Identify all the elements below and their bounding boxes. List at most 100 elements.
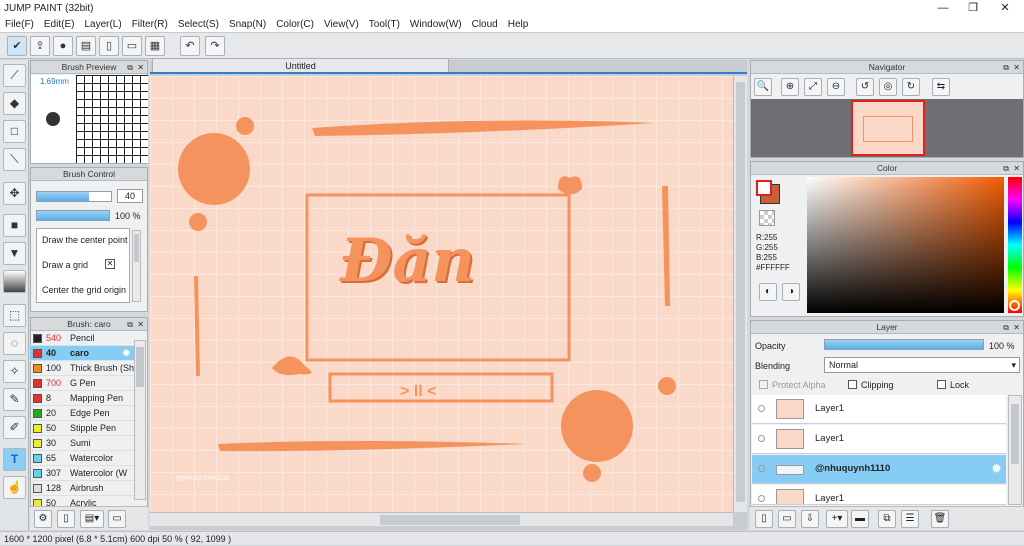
flip-icon[interactable]: ⇆ xyxy=(932,78,950,96)
duplicate-icon[interactable]: ⧉ xyxy=(878,510,896,528)
brush-list-scrollbar[interactable] xyxy=(134,340,146,500)
options-scrollbar[interactable] xyxy=(132,230,141,302)
gear-icon[interactable]: ✹ xyxy=(991,461,1002,477)
maximize-button[interactable]: ❐ xyxy=(958,0,988,17)
document-canvas[interactable]: > ll < Đăn @NHUQUYNH1110 xyxy=(150,76,733,512)
brush-item[interactable]: 30 Sumi xyxy=(30,436,134,451)
option-draw-grid[interactable]: Draw a grid xyxy=(42,260,88,270)
visibility-icon[interactable] xyxy=(758,495,765,502)
chat-icon[interactable]: ▤ xyxy=(76,36,96,56)
close-icon[interactable]: ✕ xyxy=(137,318,144,331)
option-center-grid[interactable]: Center the grid origin xyxy=(42,285,126,295)
transparent-swatch[interactable] xyxy=(759,210,775,226)
magic-wand-icon[interactable]: ✧ xyxy=(3,360,26,383)
document-icon[interactable]: ▭ xyxy=(122,36,142,56)
bucket-tool-icon[interactable]: ▼ xyxy=(3,242,26,265)
share-icon[interactable]: ⇪ xyxy=(30,36,50,56)
close-icon[interactable]: ✕ xyxy=(1013,321,1020,334)
page-icon[interactable]: ▯ xyxy=(99,36,119,56)
clipping-checkbox[interactable] xyxy=(848,380,857,389)
brush-item[interactable]: 65 Watercolor xyxy=(30,451,134,466)
rotate-right-icon[interactable]: ↻ xyxy=(902,78,920,96)
grid-icon[interactable]: ▦ xyxy=(145,36,165,56)
close-icon[interactable]: ✕ xyxy=(137,61,144,74)
gear-icon[interactable]: ✹ xyxy=(122,346,130,361)
foreground-color-swatch[interactable] xyxy=(756,180,772,196)
float-icon[interactable]: ⧉ xyxy=(1003,61,1009,74)
fill-rect-tool-icon[interactable]: ■ xyxy=(3,214,26,237)
visibility-icon[interactable] xyxy=(758,465,765,472)
hue-slider[interactable] xyxy=(1008,177,1022,313)
menu-tool[interactable]: Tool(T) xyxy=(364,17,405,33)
float-icon[interactable]: ⧉ xyxy=(1003,321,1009,334)
layer-opacity-slider[interactable] xyxy=(824,339,984,350)
new-brush-icon[interactable]: ▯ xyxy=(57,510,75,528)
fit-icon[interactable]: ⤢ xyxy=(804,78,822,96)
trash-icon[interactable]: 🗑 xyxy=(931,510,949,528)
option-draw-center[interactable]: Draw the center point xyxy=(42,235,128,245)
menu-select[interactable]: Select(S) xyxy=(173,17,224,33)
menu-color[interactable]: Color(C) xyxy=(271,17,319,33)
protect-alpha-checkbox[interactable] xyxy=(759,380,768,389)
select-eraser-icon[interactable]: ✐ xyxy=(3,416,26,439)
lock-checkbox[interactable] xyxy=(937,380,946,389)
brush-menu-icon[interactable]: ▤▾ xyxy=(80,510,104,528)
brush-item[interactable]: 8 Mapping Pen xyxy=(30,391,134,406)
layer-row-selected[interactable]: @nhuquynh1110 ✹ xyxy=(752,455,1006,484)
select-pen-icon[interactable]: ✎ xyxy=(3,388,26,411)
brush-delete-icon[interactable]: ▭ xyxy=(108,510,126,528)
reset-view-icon[interactable]: ◎ xyxy=(879,78,897,96)
zoom-icon[interactable]: 🔍 xyxy=(754,78,772,96)
brush-item[interactable]: 307 Watercolor (W xyxy=(30,466,134,481)
select-rect-icon[interactable]: ⬚ xyxy=(3,304,26,327)
brush-width-value[interactable]: 40 xyxy=(117,189,143,203)
brush-item[interactable]: 50 Stipple Pen xyxy=(30,421,134,436)
layer-settings-icon[interactable]: ☰ xyxy=(901,510,919,528)
redo-icon[interactable]: ↷ xyxy=(205,36,225,56)
zoom-out-icon[interactable]: ⊖ xyxy=(827,78,845,96)
menu-cloud[interactable]: Cloud xyxy=(467,17,503,33)
layer-scrollbar[interactable] xyxy=(1008,395,1022,505)
rectangle-tool-icon[interactable]: □ xyxy=(3,120,26,143)
navigator-thumbnail[interactable] xyxy=(851,100,925,156)
check-icon[interactable]: ✔ xyxy=(7,36,27,56)
brush-item[interactable]: 100 Thick Brush (Sh xyxy=(30,361,134,376)
close-icon[interactable]: ✕ xyxy=(1013,162,1020,175)
new-layer-icon[interactable]: ▯ xyxy=(755,510,773,528)
menu-snap[interactable]: Snap(N) xyxy=(224,17,271,33)
visibility-icon[interactable] xyxy=(758,435,765,442)
float-icon[interactable]: ⧉ xyxy=(1003,162,1009,175)
brush-item[interactable]: 700 G Pen xyxy=(30,376,134,391)
canvas-hscroll[interactable] xyxy=(150,512,733,526)
minimize-button[interactable]: — xyxy=(928,0,958,17)
menu-edit[interactable]: Edit(E) xyxy=(39,17,80,33)
hand-tool-icon[interactable]: ☝ xyxy=(3,476,26,499)
brush-item[interactable]: 540 Pencil xyxy=(30,331,134,346)
comment-icon[interactable]: ● xyxy=(53,36,73,56)
brush-width-slider[interactable] xyxy=(36,191,112,202)
menu-file[interactable]: File(F) xyxy=(0,17,39,33)
dropper-tool-icon[interactable]: ⟍ xyxy=(3,148,26,171)
float-icon[interactable]: ⧉ xyxy=(127,318,133,331)
brush-item[interactable]: 40 caro ✹ xyxy=(30,346,134,361)
grid-checkbox-icon[interactable]: ✕ xyxy=(105,259,115,269)
close-icon[interactable]: ✕ xyxy=(1013,61,1020,74)
zoom-in-icon[interactable]: ⊕ xyxy=(781,78,799,96)
folder-icon[interactable]: ▬ xyxy=(851,510,869,528)
blending-select[interactable]: Normal ▾ xyxy=(824,357,1020,373)
layer-row[interactable]: Layer1 xyxy=(752,425,1006,454)
menu-window[interactable]: Window(W) xyxy=(405,17,467,33)
menu-filter[interactable]: Filter(R) xyxy=(127,17,173,33)
move-tool-icon[interactable]: ✥ xyxy=(3,182,26,205)
layer-row[interactable]: Layer1 xyxy=(752,485,1006,505)
undo-icon[interactable]: ↶ xyxy=(180,36,200,56)
menu-layer[interactable]: Layer(L) xyxy=(79,17,126,33)
canvas-vscroll[interactable] xyxy=(733,76,747,512)
merge-layer-icon[interactable]: ⇩ xyxy=(801,510,819,528)
close-button[interactable]: ✕ xyxy=(990,0,1020,17)
palette-icon[interactable]: ◐ xyxy=(759,283,777,301)
float-icon[interactable]: ⧉ xyxy=(127,61,133,74)
tab-untitled[interactable]: Untitled xyxy=(152,58,449,72)
menu-help[interactable]: Help xyxy=(503,17,534,33)
lasso-icon[interactable]: ◌ xyxy=(3,332,26,355)
